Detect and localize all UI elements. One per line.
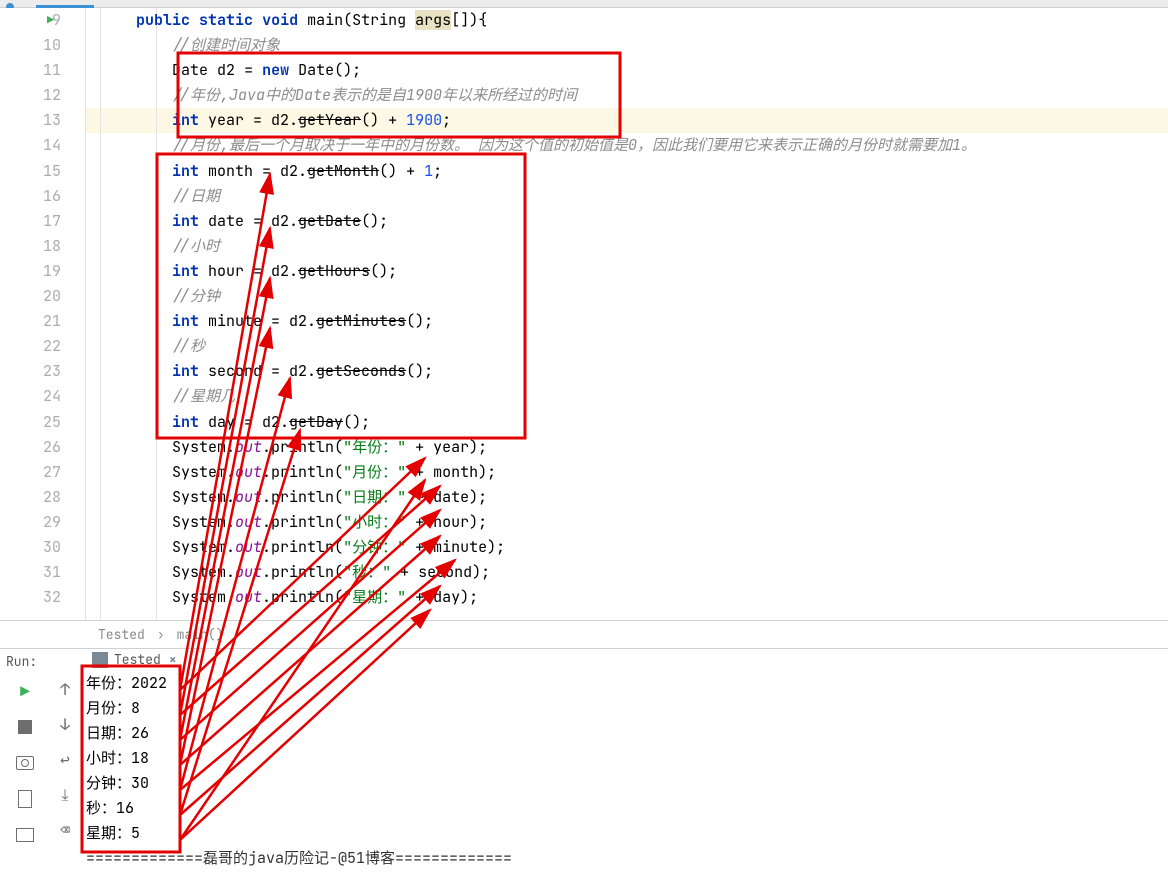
code-line[interactable]: //小时 <box>100 234 1168 259</box>
code-line[interactable]: Date d2 = new Date(); <box>100 58 1168 83</box>
code-line[interactable]: int minute = d2.getMinutes(); <box>100 309 1168 334</box>
line-number-gutter[interactable]: ▶ 9 10 11 12 13 14 15 16 17 18 19 20 21 … <box>0 8 86 620</box>
line-number: 23 <box>0 359 61 384</box>
line-number: 15 <box>0 159 61 184</box>
line-number: 21 <box>0 309 61 334</box>
close-tab-icon[interactable]: × <box>169 651 177 668</box>
code-line[interactable]: //秒 <box>100 334 1168 359</box>
soft-wrap-icon[interactable]: ↩ <box>60 749 70 770</box>
code-line[interactable]: int year = d2.getYear() + 1900; <box>100 108 1168 133</box>
line-number: 16 <box>0 184 61 209</box>
line-number: 19 <box>0 259 61 284</box>
code-line[interactable]: //分钟 <box>100 284 1168 309</box>
line-number: 28 <box>0 485 61 510</box>
run-config-tab[interactable]: Tested × <box>92 651 177 668</box>
code-line[interactable]: System.out.println("年份：" + year); <box>100 435 1168 460</box>
line-number: 31 <box>0 560 61 585</box>
run-line-icon[interactable]: ▶ <box>47 12 54 28</box>
console-footer: =============磊哥的java历险记-@51博客===========… <box>86 846 1168 871</box>
code-line[interactable]: System.out.println("分钟：" + minute); <box>100 535 1168 560</box>
screenshot-icon[interactable] <box>13 751 37 775</box>
line-number: 17 <box>0 209 61 234</box>
code-line[interactable]: int month = d2.getMonth() + 1; <box>100 159 1168 184</box>
console-line: 星期：5 <box>86 821 1168 846</box>
rerun-icon[interactable]: ▶ <box>13 679 37 703</box>
code-area[interactable]: public static void main(String args[]){ … <box>86 8 1168 620</box>
console-line: 秒：16 <box>86 796 1168 821</box>
breadcrumb-item[interactable]: main() <box>177 626 224 643</box>
code-line[interactable]: //年份,Java中的Date表示的是自1900年以来所经过的时间 <box>100 83 1168 108</box>
run-panel-title: Run: <box>6 653 37 670</box>
run-config-name: Tested <box>114 651 161 668</box>
layout-icon[interactable] <box>13 787 37 811</box>
chevron-right-icon: › <box>157 626 165 643</box>
code-line[interactable]: int day = d2.getDay(); <box>100 410 1168 435</box>
code-line[interactable]: int date = d2.getDate(); <box>100 209 1168 234</box>
line-number: 29 <box>0 510 61 535</box>
code-editor[interactable]: ▶ 9 10 11 12 13 14 15 16 17 18 19 20 21 … <box>0 8 1168 620</box>
code-line[interactable]: public static void main(String args[]){ <box>100 8 1168 33</box>
code-line[interactable]: int hour = d2.getHours(); <box>100 259 1168 284</box>
line-number: 18 <box>0 234 61 259</box>
up-arrow-icon[interactable]: ↑ <box>60 679 70 700</box>
code-line[interactable]: int second = d2.getSeconds(); <box>100 359 1168 384</box>
down-arrow-icon[interactable]: ↓ <box>60 714 70 735</box>
code-line[interactable]: System.out.println("小时：" + hour); <box>100 510 1168 535</box>
code-line[interactable]: System.out.println("星期：" + day); <box>100 585 1168 610</box>
code-line[interactable]: System.out.println("日期：" + date); <box>100 485 1168 510</box>
editor-tab-bar <box>0 0 1168 8</box>
console-line: 年份：2022 <box>86 671 1168 696</box>
code-line[interactable]: System.out.println("秒：" + second); <box>100 560 1168 585</box>
print-icon[interactable] <box>13 823 37 847</box>
breadcrumb-item[interactable]: Tested <box>98 626 145 643</box>
breadcrumb[interactable]: Tested › main() <box>0 620 1168 648</box>
code-line[interactable]: System.out.println("月份：" + month); <box>100 460 1168 485</box>
line-number: 10 <box>0 33 61 58</box>
console-line: 月份：8 <box>86 696 1168 721</box>
scroll-to-end-icon[interactable]: ⤓ <box>61 784 68 805</box>
code-line[interactable]: //星期几 <box>100 384 1168 409</box>
line-number: 32 <box>0 585 61 610</box>
code-line[interactable]: //月份,最后一个月取决于一年中的月份数。 因为这个值的初始值是0，因此我们要用… <box>100 133 1168 158</box>
run-config-icon <box>92 652 108 668</box>
line-number: 20 <box>0 284 61 309</box>
code-line[interactable]: //创建时间对象 <box>100 33 1168 58</box>
line-number: 22 <box>0 334 61 359</box>
line-number: 24 <box>0 384 61 409</box>
line-number: 13 <box>0 108 61 133</box>
clear-icon[interactable]: ⌫ <box>60 819 70 840</box>
console-output[interactable]: 年份：2022 月份：8 日期：26 小时：18 分钟：30 秒：16 星期：5… <box>80 649 1168 871</box>
run-toolbar-left: ▶ <box>0 649 50 871</box>
stop-icon[interactable] <box>13 715 37 739</box>
line-number: 26 <box>0 435 61 460</box>
code-line[interactable]: //日期 <box>100 184 1168 209</box>
line-number: 14 <box>0 133 61 158</box>
line-number: 25 <box>0 410 61 435</box>
console-line: 日期：26 <box>86 721 1168 746</box>
run-toolbar-mid: ↑ ↓ ↩ ⤓ ⌫ <box>50 649 80 871</box>
line-number: 30 <box>0 535 61 560</box>
console-line: 小时：18 <box>86 746 1168 771</box>
run-tool-window[interactable]: Run: Tested × ▶ ↑ ↓ ↩ ⤓ ⌫ 年份：2022 月份：8 日… <box>0 648 1168 871</box>
line-number: 27 <box>0 460 61 485</box>
line-number: 11 <box>0 58 61 83</box>
console-line: 分钟：30 <box>86 771 1168 796</box>
line-number: 12 <box>0 83 61 108</box>
